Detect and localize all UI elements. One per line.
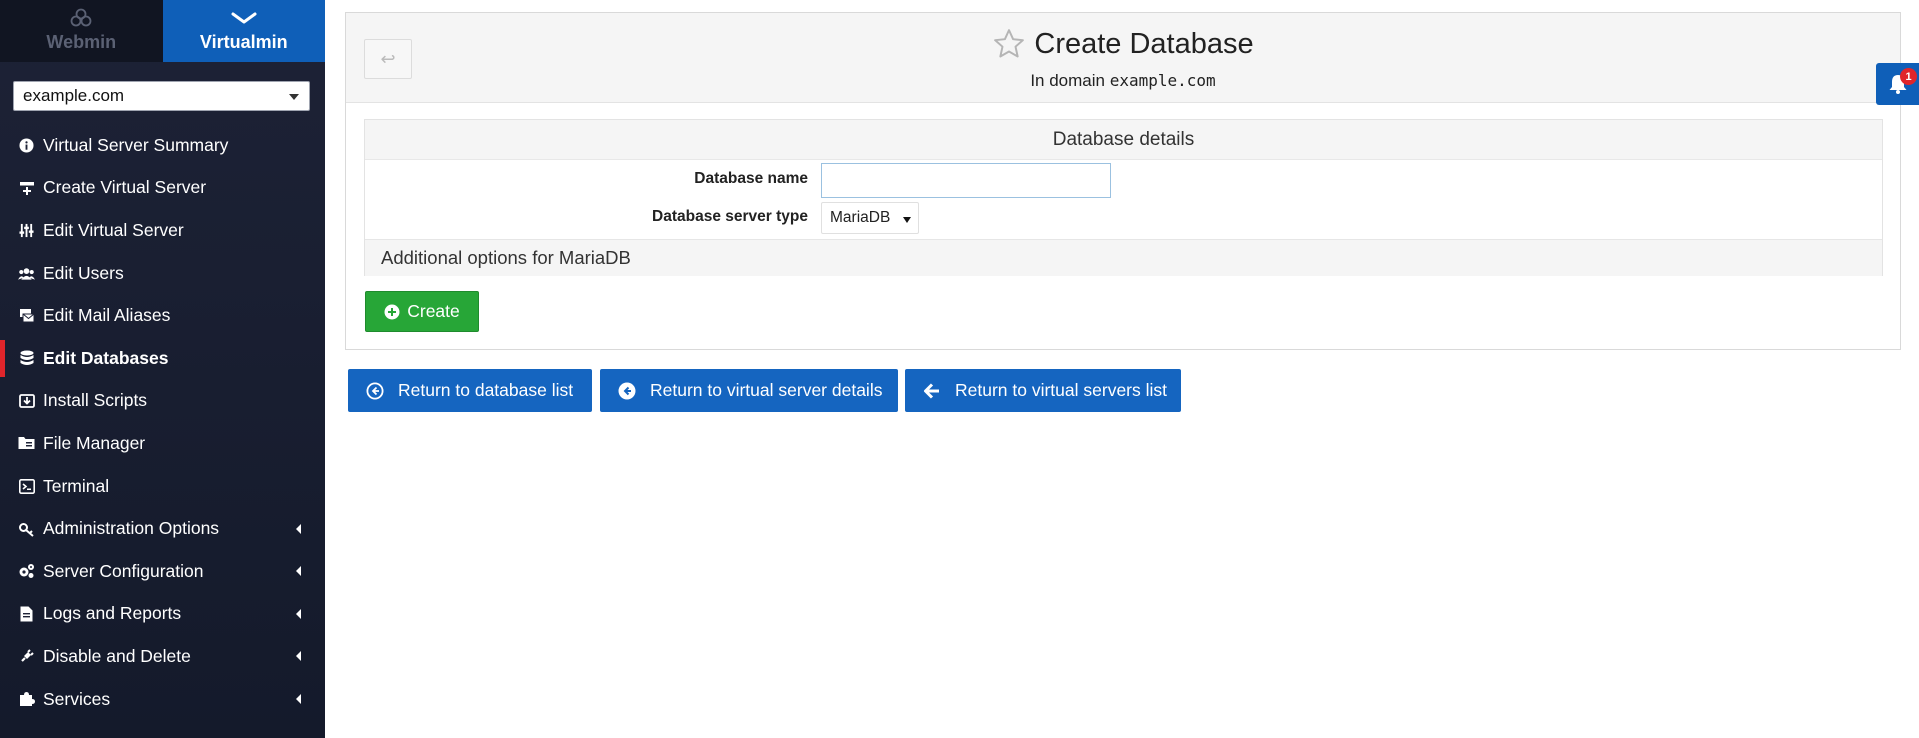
sidebar-item-label: Terminal xyxy=(43,475,110,496)
sidebar-item-services[interactable]: Services xyxy=(0,678,325,721)
caret-left-icon xyxy=(296,694,301,705)
return-virtual-server-details-button[interactable]: Return to virtual server details xyxy=(600,369,898,412)
page-subtitle: In domain example.com xyxy=(346,71,1900,91)
virtualmin-label: Virtualmin xyxy=(199,32,288,52)
sidebar-item-edit-virtual-server[interactable]: Edit Virtual Server xyxy=(0,209,325,252)
folder-icon xyxy=(18,435,35,452)
notifications-button[interactable]: 1 xyxy=(1876,63,1919,105)
main-panel: ↩ Create Database In domain example.com … xyxy=(345,12,1901,350)
page-header: ↩ Create Database In domain example.com xyxy=(346,13,1900,103)
return-database-list-button[interactable]: Return to database list xyxy=(348,369,592,412)
sidebar-item-label: Edit Mail Aliases xyxy=(43,305,171,326)
domain-select-value: example.com xyxy=(23,86,125,105)
db-type-select[interactable]: MariaDB xyxy=(821,202,919,234)
sidebar-item-label: Logs and Reports xyxy=(43,603,182,624)
db-type-label: Database server type xyxy=(652,208,808,225)
product-switcher: Webmin Virtualmin xyxy=(0,0,325,62)
sidebar-item-server-configuration[interactable]: Server Configuration xyxy=(0,550,325,593)
star-icon[interactable] xyxy=(992,27,1026,61)
sidebar-item-terminal[interactable]: Terminal xyxy=(0,465,325,508)
page-title: Create Database xyxy=(1034,27,1254,60)
sidebar-item-label: Edit Users xyxy=(43,262,124,283)
sliders-icon xyxy=(18,222,35,239)
arrow-circle-left-icon xyxy=(366,382,384,399)
sidebar-item-label: Edit Virtual Server xyxy=(43,219,184,240)
users-icon xyxy=(18,265,35,282)
sidebar-item-label: Create Virtual Server xyxy=(43,177,207,198)
sidebar-item-label: File Manager xyxy=(43,432,146,453)
additional-options-toggle[interactable]: Additional options for MariaDB xyxy=(365,239,1882,276)
sidebar-item-create-virtual-server[interactable]: Create Virtual Server xyxy=(0,167,325,210)
terminal-icon xyxy=(18,478,35,495)
return-virtual-servers-list-label: Return to virtual servers list xyxy=(955,380,1168,400)
caret-left-icon xyxy=(296,566,301,577)
return-virtual-server-details-label: Return to virtual server details xyxy=(650,380,883,400)
sidebar-item-administration-options[interactable]: Administration Options xyxy=(0,507,325,550)
database-details-table: Database details Database name Database … xyxy=(364,119,1883,276)
install-icon xyxy=(18,392,35,409)
sidebar-item-label: Disable and Delete xyxy=(43,645,191,666)
sidebar-item-label: Administration Options xyxy=(43,518,220,539)
caret-down-icon xyxy=(289,94,299,100)
database-icon xyxy=(18,350,35,367)
db-type-row: Database server type MariaDB xyxy=(365,198,1882,236)
caret-left-icon xyxy=(296,608,301,619)
file-icon xyxy=(18,605,35,622)
sidebar-item-file-manager[interactable]: File Manager xyxy=(0,422,325,465)
chevron-down-icon xyxy=(230,7,258,29)
subtitle-domain: example.com xyxy=(1109,71,1216,90)
return-virtual-servers-list-button[interactable]: Return to virtual servers list xyxy=(905,369,1181,412)
sidebar-item-label: Virtual Server Summary xyxy=(43,134,229,155)
sidebar-item-edit-databases[interactable]: Edit Databases xyxy=(0,337,325,380)
sidebar-item-label: Edit Databases xyxy=(43,347,169,368)
sidebar-nav: Virtual Server Summary Create Virtual Se… xyxy=(0,124,325,720)
db-name-label: Database name xyxy=(694,170,808,187)
db-name-input[interactable] xyxy=(821,163,1111,198)
webmin-tab[interactable]: Webmin xyxy=(0,0,163,62)
create-button-label: Create xyxy=(407,301,460,321)
info-circle-icon xyxy=(18,137,35,154)
virtualmin-tab[interactable]: Virtualmin xyxy=(162,0,325,62)
section-title: Database details xyxy=(365,120,1882,160)
notification-count-badge: 1 xyxy=(1900,68,1917,85)
sidebar-item-edit-mail-aliases[interactable]: Edit Mail Aliases xyxy=(0,294,325,337)
return-database-list-label: Return to database list xyxy=(398,380,574,400)
sidebar-item-edit-users[interactable]: Edit Users xyxy=(0,252,325,295)
subtitle-prefix: In domain xyxy=(1030,71,1105,90)
sidebar-item-label: Services xyxy=(43,688,111,709)
domain-select[interactable]: example.com xyxy=(13,81,310,111)
server-plus-icon xyxy=(18,179,35,196)
mail-aliases-icon xyxy=(18,307,35,324)
webmin-logo-icon xyxy=(67,7,95,29)
plus-circle-icon xyxy=(384,304,400,319)
key-icon xyxy=(18,520,35,537)
sidebar-item-label: Server Configuration xyxy=(43,560,204,581)
title-row: Create Database xyxy=(346,27,1900,61)
sidebar-item-install-scripts[interactable]: Install Scripts xyxy=(0,380,325,423)
sidebar: Webmin Virtualmin example.com Virtual Se… xyxy=(0,0,325,738)
caret-down-icon xyxy=(903,217,911,223)
create-button[interactable]: Create xyxy=(365,291,479,332)
db-type-value: MariaDB xyxy=(830,209,891,226)
db-name-row: Database name xyxy=(365,160,1882,198)
webmin-label: Webmin xyxy=(46,32,117,52)
caret-left-icon xyxy=(296,651,301,662)
sidebar-item-disable-and-delete[interactable]: Disable and Delete xyxy=(0,635,325,678)
caret-left-icon xyxy=(296,523,301,534)
plug-icon xyxy=(18,648,35,665)
sidebar-item-label: Install Scripts xyxy=(43,390,148,411)
cogs-icon xyxy=(18,563,35,580)
sidebar-item-virtual-server-summary[interactable]: Virtual Server Summary xyxy=(0,124,325,167)
arrow-circle-left-icon xyxy=(618,382,636,399)
arrow-left-icon xyxy=(924,382,939,399)
sidebar-item-logs-and-reports[interactable]: Logs and Reports xyxy=(0,593,325,636)
puzzle-icon xyxy=(18,691,35,708)
